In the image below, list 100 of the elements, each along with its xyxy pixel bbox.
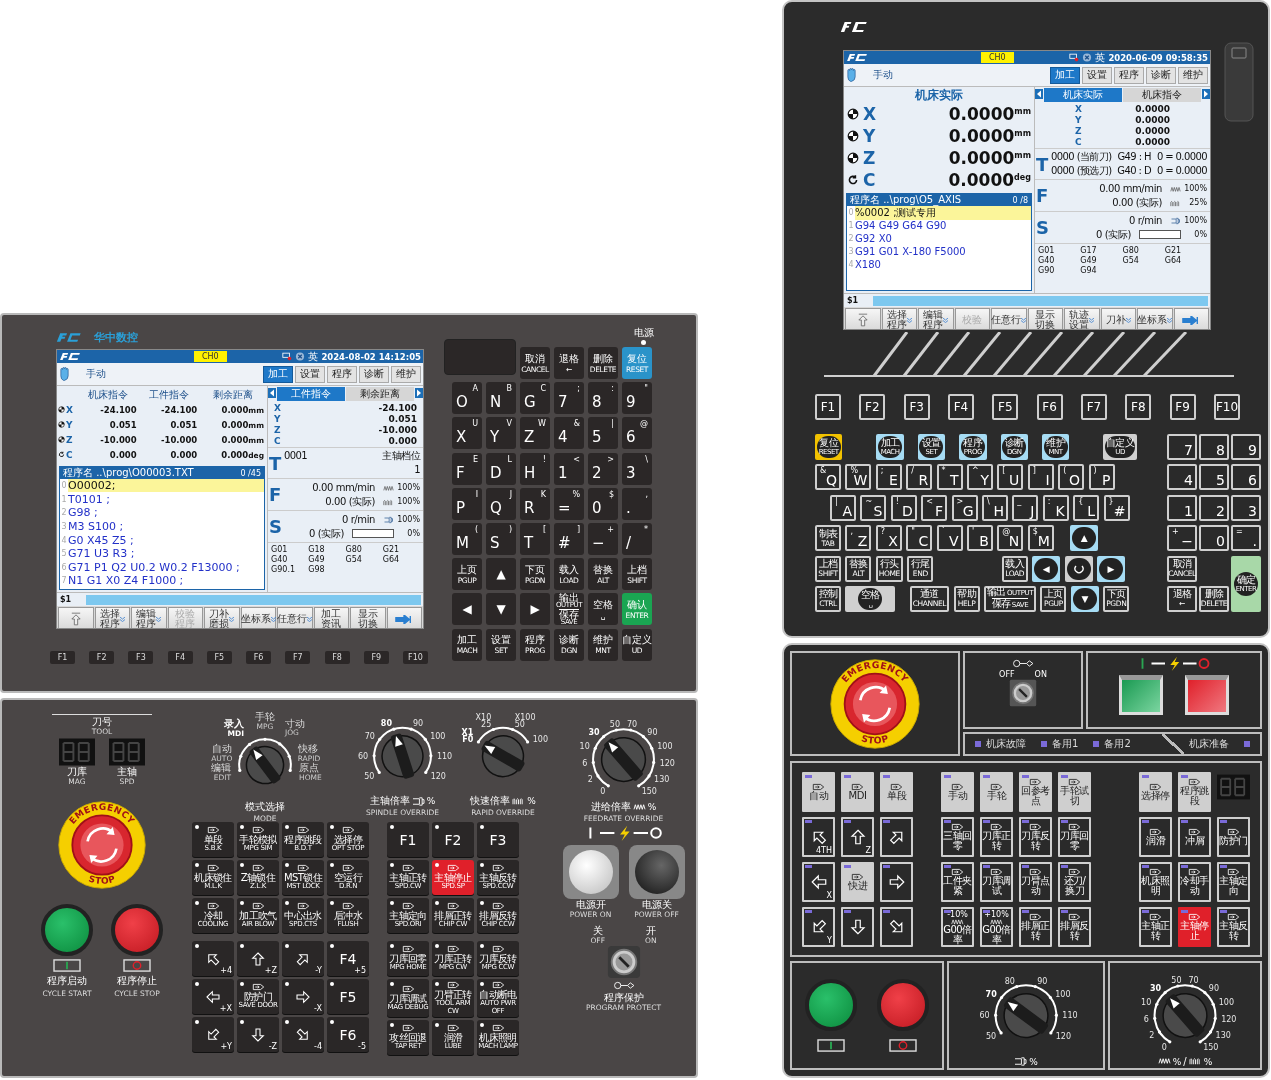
keyboard-key[interactable]: 7 <box>1167 434 1197 460</box>
keyboard-key[interactable]: / R <box>906 464 933 491</box>
rotary-knob[interactable] <box>381 732 424 780</box>
keyboard-key[interactable]: } # <box>1103 494 1130 521</box>
function-button[interactable]: 冷却手动 <box>1178 861 1211 902</box>
function-button[interactable]: 排屑反转 <box>1058 906 1091 947</box>
left-arrow-icon[interactable] <box>268 387 276 399</box>
keyboard-key[interactable]: ▶ <box>520 593 550 626</box>
function-key[interactable]: F8 <box>324 651 350 664</box>
jog-button[interactable]: +X <box>192 979 234 1014</box>
softkey[interactable]: 任意行 <box>277 607 313 628</box>
keyboard-key[interactable]: ; E <box>875 464 902 491</box>
code-line[interactable]: G94 G49 G64 G90 <box>855 220 1031 231</box>
softkey[interactable]: 编辑 程序 <box>131 607 167 628</box>
keyboard-key[interactable]: $ M <box>1027 525 1054 552</box>
code-line[interactable]: N1 G1 X0 Z4 F1000 ; <box>68 574 264 588</box>
code-line[interactable]: G98 ; <box>68 506 264 520</box>
keyboard-key[interactable]: | A <box>830 494 856 521</box>
keyboard-key[interactable]: 4 <box>1167 464 1197 491</box>
keyboard-key[interactable]: = . <box>1231 525 1261 552</box>
function-key[interactable]: F5 <box>206 651 232 664</box>
keyboard-key[interactable]: * T <box>936 464 963 491</box>
function-button[interactable]: 工件夹紧 <box>941 861 974 902</box>
keyboard-key[interactable]: I P <box>452 487 482 520</box>
view-tab[interactable]: 剩余距离 <box>346 387 414 401</box>
function-button[interactable]: 润滑 <box>1139 816 1172 857</box>
keyboard-key[interactable]: ] I <box>1027 464 1054 491</box>
right-arrow-icon[interactable] <box>1202 88 1210 100</box>
screen-tab[interactable]: 设置 <box>1082 66 1112 84</box>
keyboard-key[interactable]: + − <box>588 522 618 555</box>
function-key[interactable]: F8 <box>1125 394 1152 420</box>
keyboard-key[interactable]: _ J <box>1012 494 1039 521</box>
keyboard-key[interactable]: : 8 <box>588 382 618 415</box>
power-off-button[interactable] <box>628 845 685 899</box>
cycle-stop-button[interactable] <box>877 979 929 1031</box>
keyboard-key[interactable]: @ 6 <box>622 417 652 450</box>
keyboard-key[interactable]: @ N <box>997 525 1024 552</box>
cycle-start-button[interactable] <box>805 979 857 1031</box>
function-button[interactable]: 冲屑 <box>1178 816 1211 857</box>
keyboard-key[interactable]: V Y <box>486 417 516 450</box>
screen-tab[interactable]: 加工 <box>263 365 293 383</box>
jog-button[interactable]: -Y <box>282 941 324 976</box>
keyboard-key[interactable]: ▼ <box>1070 585 1099 612</box>
keyboard-key[interactable]: 2 <box>1199 494 1229 521</box>
keyboard-key[interactable]: < 1 <box>554 452 584 485</box>
keyboard-key[interactable]: L D <box>486 452 516 485</box>
function-key[interactable]: F4 +5 <box>327 941 369 976</box>
keyboard-key[interactable]: [ U <box>997 464 1024 491</box>
keyboard-key[interactable]: & 4 <box>554 417 584 450</box>
function-key[interactable]: F5 <box>992 394 1019 420</box>
keyboard-key[interactable]: 6 <box>1231 464 1261 491</box>
function-button[interactable]: 主轴定向 <box>1217 861 1250 902</box>
jog-button[interactable]: Z <box>841 816 874 857</box>
keyboard-key[interactable]: ' B <box>966 525 993 552</box>
keyboard-key[interactable]: < F <box>921 494 948 521</box>
function-key[interactable]: F2 <box>432 822 474 857</box>
keyboard-key[interactable]: % W <box>845 464 872 491</box>
jog-button[interactable]: -X <box>282 979 324 1014</box>
function-button[interactable]: 刀库正转 <box>980 816 1013 857</box>
softkey[interactable]: 选择 程序 <box>881 308 917 329</box>
keyboard-key[interactable]: ▲ <box>486 558 516 591</box>
screen-tab[interactable]: 诊断 <box>1146 66 1176 84</box>
code-line[interactable]: X180 <box>855 259 1031 270</box>
function-key[interactable]: F1 <box>815 394 841 420</box>
keyboard-key[interactable]: ? X <box>875 525 902 552</box>
keyboard-key[interactable]: ^ Y <box>966 464 993 491</box>
softkey[interactable]: 选择 程序 <box>94 607 130 628</box>
function-key[interactable]: F4 <box>948 394 974 420</box>
rotary-knob[interactable] <box>245 745 285 785</box>
jog-button[interactable]: -Z <box>237 1017 279 1052</box>
view-tab[interactable]: 工件指令 <box>277 387 345 401</box>
function-key[interactable]: F6 <box>246 651 272 664</box>
jog-button[interactable] <box>841 906 874 947</box>
function-button[interactable]: 主轴正转 <box>1139 906 1172 947</box>
softkey[interactable]: 坐标系 <box>240 607 276 628</box>
cycle-start-button[interactable] <box>41 904 93 956</box>
screen-tab[interactable]: 程序 <box>327 365 357 383</box>
keyboard-key[interactable]: B N <box>486 382 516 415</box>
keyboard-key[interactable]: 8 <box>1199 434 1229 460</box>
function-key[interactable]: F6 -5 <box>327 1017 369 1052</box>
keyboard-key[interactable]: | 5 <box>588 417 618 450</box>
keyboard-key[interactable]: [ T <box>520 522 550 555</box>
function-button[interactable]: 还刀/换刀 <box>1058 861 1091 902</box>
function-key[interactable]: F3 <box>903 394 930 420</box>
keyboard-key[interactable]: 1 <box>1167 494 1197 521</box>
keyboard-key[interactable]: ~ S <box>860 494 887 521</box>
keyboard-key[interactable]: * / <box>622 522 652 555</box>
keyboard-key[interactable]: \ 3 <box>622 452 652 485</box>
function-key[interactable]: F1 <box>50 651 75 664</box>
keyboard-key[interactable]: : K <box>1042 494 1069 521</box>
function-button[interactable]: 回参考点 <box>1019 771 1052 812</box>
keyboard-key[interactable] <box>1064 555 1093 582</box>
power-off-button[interactable] <box>1185 675 1229 715</box>
jog-button[interactable] <box>880 906 913 947</box>
function-key[interactable]: F6 <box>1036 394 1063 420</box>
function-key[interactable]: F10 <box>1213 394 1240 420</box>
function-button[interactable]: 程序跳段 <box>1178 771 1211 812</box>
keyboard-key[interactable]: E F <box>452 452 482 485</box>
view-tab[interactable]: 机床实际 <box>1044 88 1122 102</box>
keyboard-key[interactable]: \ H <box>981 494 1008 521</box>
